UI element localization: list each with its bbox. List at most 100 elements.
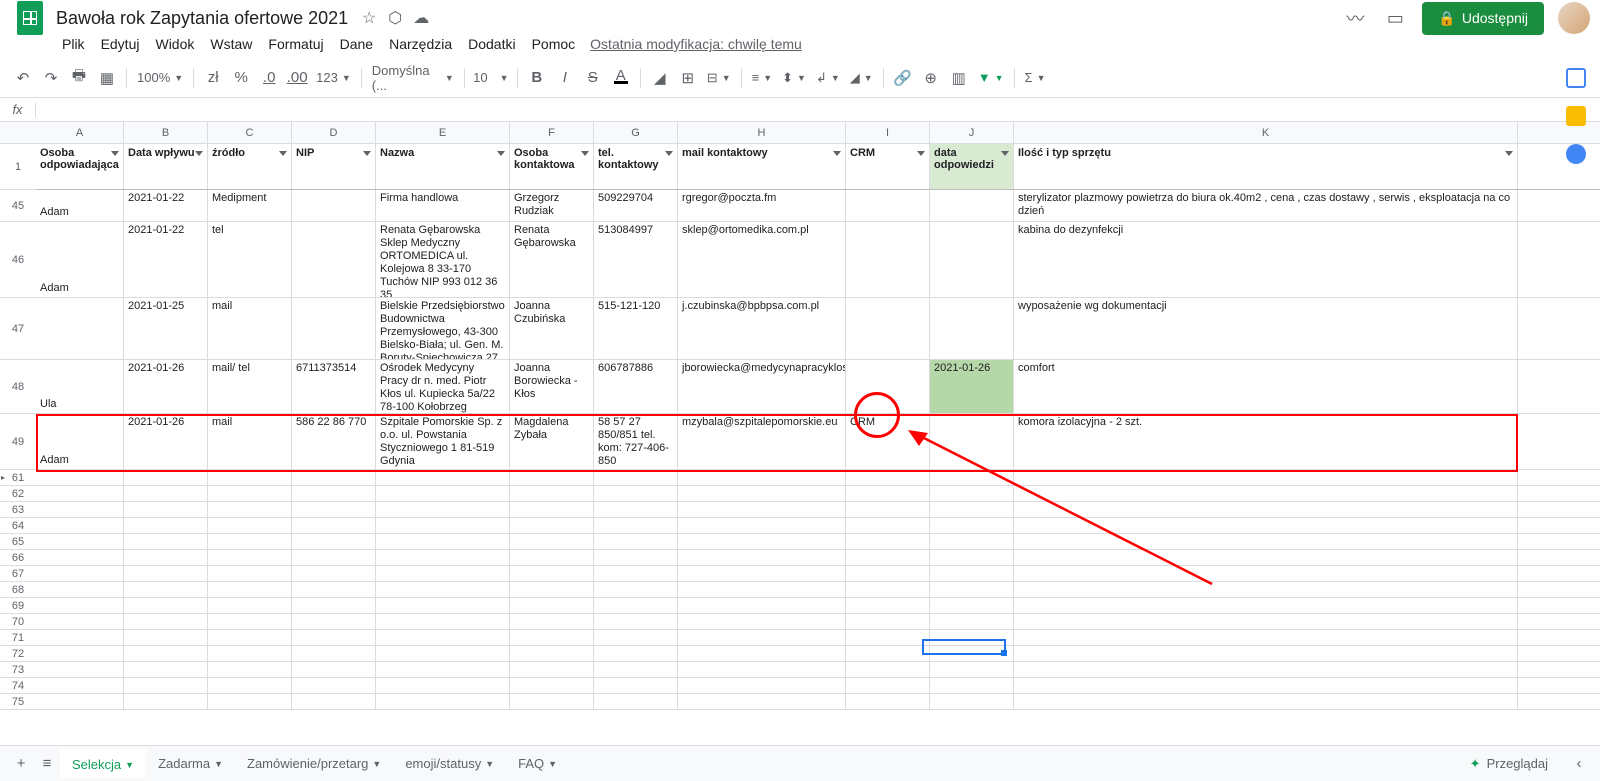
cell[interactable] [124, 486, 208, 501]
cell[interactable] [678, 534, 846, 549]
cell[interactable] [124, 550, 208, 565]
cell[interactable] [36, 502, 124, 517]
cell[interactable] [510, 518, 594, 533]
cell[interactable] [1014, 470, 1518, 485]
header-cell-D[interactable]: NIP [292, 144, 376, 189]
row-header-47[interactable]: 47 [0, 298, 36, 360]
filter-icon[interactable] [999, 147, 1011, 159]
cell[interactable] [208, 662, 292, 677]
font-dropdown[interactable]: Domyślna (...▼ [368, 61, 458, 95]
cell[interactable] [208, 518, 292, 533]
cell[interactable] [678, 630, 846, 645]
menu-dane[interactable]: Dane [333, 34, 380, 54]
cell[interactable] [1014, 646, 1518, 661]
cell[interactable] [930, 678, 1014, 693]
cell[interactable] [846, 534, 930, 549]
cloud-icon[interactable]: ☁ [412, 9, 430, 27]
cell[interactable] [292, 486, 376, 501]
header-cell-H[interactable]: mail kontaktowy [678, 144, 846, 189]
cell[interactable]: 2021-01-26 [124, 360, 208, 413]
cell[interactable]: kabina do dezynfekcji [1014, 222, 1518, 297]
rotate-dropdown[interactable]: ◢▼ [846, 68, 877, 88]
cell[interactable] [1014, 486, 1518, 501]
cell[interactable]: Ośrodek Medycyny Pracy dr n. med. Piotr … [376, 360, 510, 413]
calendar-icon[interactable] [1566, 68, 1586, 88]
cell[interactable] [930, 598, 1014, 613]
cell[interactable] [376, 470, 510, 485]
cell[interactable] [124, 614, 208, 629]
cell[interactable] [594, 566, 678, 581]
menu-widok[interactable]: Widok [148, 34, 201, 54]
cell[interactable]: Joanna Czubińska [510, 298, 594, 359]
cell[interactable] [846, 678, 930, 693]
cell[interactable]: Adam [36, 222, 124, 297]
cell[interactable] [510, 662, 594, 677]
cell[interactable] [36, 298, 124, 359]
filter-icon[interactable] [579, 147, 591, 159]
cell[interactable] [930, 662, 1014, 677]
cell[interactable] [930, 190, 1014, 221]
cell[interactable] [510, 646, 594, 661]
cell[interactable] [36, 582, 124, 597]
cell[interactable] [594, 502, 678, 517]
cell[interactable] [930, 534, 1014, 549]
cell[interactable]: CRM [846, 414, 930, 469]
cell[interactable]: 509229704 [594, 190, 678, 221]
cell[interactable] [208, 582, 292, 597]
cell[interactable] [678, 614, 846, 629]
cell[interactable] [36, 566, 124, 581]
cell[interactable] [510, 486, 594, 501]
cell[interactable] [124, 518, 208, 533]
cell[interactable]: 2021-01-22 [124, 190, 208, 221]
cell[interactable] [36, 614, 124, 629]
sheet-tab-zadarma[interactable]: Zadarma▼ [146, 749, 235, 778]
cell[interactable] [678, 582, 846, 597]
cell[interactable] [678, 598, 846, 613]
cell[interactable] [1014, 614, 1518, 629]
cell[interactable] [36, 598, 124, 613]
cell[interactable] [594, 630, 678, 645]
col-header-F[interactable]: F [510, 122, 594, 143]
cell[interactable] [510, 614, 594, 629]
header-cell-G[interactable]: tel. kontaktowy [594, 144, 678, 189]
cell[interactable]: mail/ tel [208, 360, 292, 413]
col-header-E[interactable]: E [376, 122, 510, 143]
cell[interactable] [594, 694, 678, 709]
cell[interactable] [594, 518, 678, 533]
cell[interactable] [1014, 662, 1518, 677]
cell[interactable] [846, 550, 930, 565]
cell[interactable] [930, 630, 1014, 645]
cell[interactable] [208, 470, 292, 485]
cell[interactable]: Bielskie Przedsiębiorstwo Budownictwa Pr… [376, 298, 510, 359]
header-cell-E[interactable]: Nazwa [376, 144, 510, 189]
cell[interactable] [208, 566, 292, 581]
cell[interactable] [846, 518, 930, 533]
cell[interactable] [376, 534, 510, 549]
filter-icon[interactable] [831, 147, 843, 159]
cell[interactable] [594, 614, 678, 629]
cell[interactable] [678, 646, 846, 661]
cell[interactable] [1014, 598, 1518, 613]
cell[interactable] [376, 518, 510, 533]
row-header-45[interactable]: 45 [0, 190, 36, 222]
cell[interactable] [510, 582, 594, 597]
sheet-tab-selekcja[interactable]: Selekcja▼ [60, 749, 146, 778]
menu-dodatki[interactable]: Dodatki [461, 34, 522, 54]
row-header-68[interactable]: 68 [0, 582, 36, 598]
header-cell-K[interactable]: Ilość i typ sprzętu [1014, 144, 1518, 189]
cell[interactable] [124, 678, 208, 693]
cell[interactable] [292, 550, 376, 565]
cell[interactable] [292, 598, 376, 613]
select-all-corner[interactable] [0, 122, 36, 144]
row-header-63[interactable]: 63 [0, 502, 36, 518]
cell[interactable] [930, 614, 1014, 629]
cell[interactable] [846, 566, 930, 581]
cell[interactable] [846, 486, 930, 501]
cell[interactable] [376, 678, 510, 693]
cell[interactable] [930, 694, 1014, 709]
filter-icon[interactable] [915, 147, 927, 159]
cell[interactable] [846, 190, 930, 221]
cell[interactable]: 586 22 86 770 [292, 414, 376, 469]
cell[interactable] [510, 598, 594, 613]
number-format-dropdown[interactable]: 123▼ [312, 68, 355, 87]
